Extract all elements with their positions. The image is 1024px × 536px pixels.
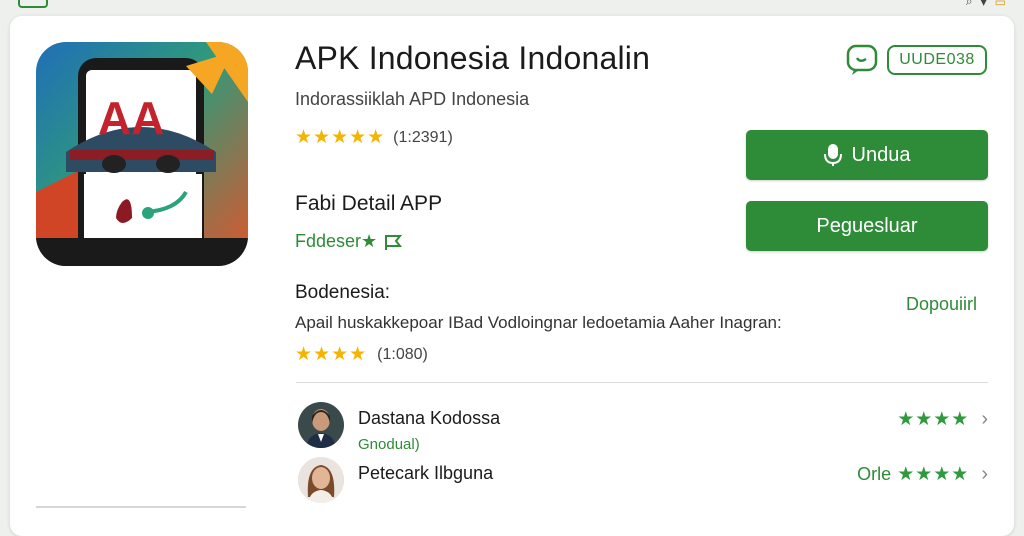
status-indicator-icon	[18, 0, 48, 8]
reviewer-subtitle: Gnodual)	[358, 436, 420, 453]
chevron-right-icon[interactable]: ›	[981, 408, 988, 431]
review-stars: ★★★★	[897, 409, 970, 430]
status-bar: ⌕ ▾ ▭	[0, 0, 1024, 10]
review-stars: ★★★★	[897, 464, 970, 485]
review-item[interactable]: Petecark Ilbguna Orle ★★★★ ›	[298, 455, 988, 503]
reviewer-name: Dastana Kodossa	[358, 408, 501, 428]
developer-name: Fddeser★	[295, 231, 378, 251]
secondary-button[interactable]: Peguesluar	[746, 201, 988, 251]
flag-icon	[385, 234, 403, 250]
microphone-icon	[823, 144, 842, 166]
secondary-button-label: Peguesluar	[816, 214, 918, 237]
download-button[interactable]: Undua	[746, 130, 988, 180]
divider	[296, 382, 988, 383]
rating-stars: ★★★★★	[295, 127, 386, 148]
section-rating: ★★★★ (1:080)	[295, 343, 428, 366]
chat-icon[interactable]	[846, 44, 878, 76]
app-title: APK Indonesia Indonalin	[295, 40, 651, 76]
download-button-label: Undua	[851, 143, 911, 166]
bottom-divider	[36, 506, 246, 508]
search-icon: ⌕	[965, 0, 973, 8]
app-rating: ★★★★★ (1:2391)	[295, 126, 453, 149]
avatar	[298, 457, 344, 503]
review-prefix: Orle	[857, 464, 892, 484]
svg-text:AA: AA	[98, 92, 164, 144]
code-badge[interactable]: UUDE038	[887, 45, 987, 75]
section-link[interactable]: Dopouiirl	[906, 294, 977, 315]
developer-row[interactable]: Fddeser★	[295, 231, 403, 252]
signal-icon: ▾	[980, 0, 987, 9]
rating-count: (1:2391)	[393, 128, 453, 146]
review-rating: ★★★★ ›	[891, 408, 988, 431]
reviewer-name: Petecark Ilbguna	[358, 463, 494, 483]
chevron-right-icon[interactable]: ›	[981, 463, 988, 486]
avatar	[298, 402, 344, 448]
battery-icon: ▭	[994, 0, 1006, 9]
detail-title: Fabi Detail APP	[295, 192, 443, 215]
section-rating-count: (1:080)	[377, 345, 428, 363]
app-icon: AA	[36, 42, 248, 266]
review-item[interactable]: Dastana Kodossa Gnodual) ★★★★ ›	[298, 400, 988, 453]
review-rating: Orle ★★★★ ›	[857, 463, 988, 486]
section-rating-stars: ★★★★	[295, 344, 368, 365]
app-subtitle: Indorassiiklah APD Indonesia	[295, 89, 530, 109]
section-description: Apail huskakkepoar IBad Vodloingnar ledo…	[295, 313, 782, 332]
status-bar-right: ⌕ ▾ ▭	[966, 0, 1006, 9]
section-title: Bodenesia:	[295, 282, 391, 303]
